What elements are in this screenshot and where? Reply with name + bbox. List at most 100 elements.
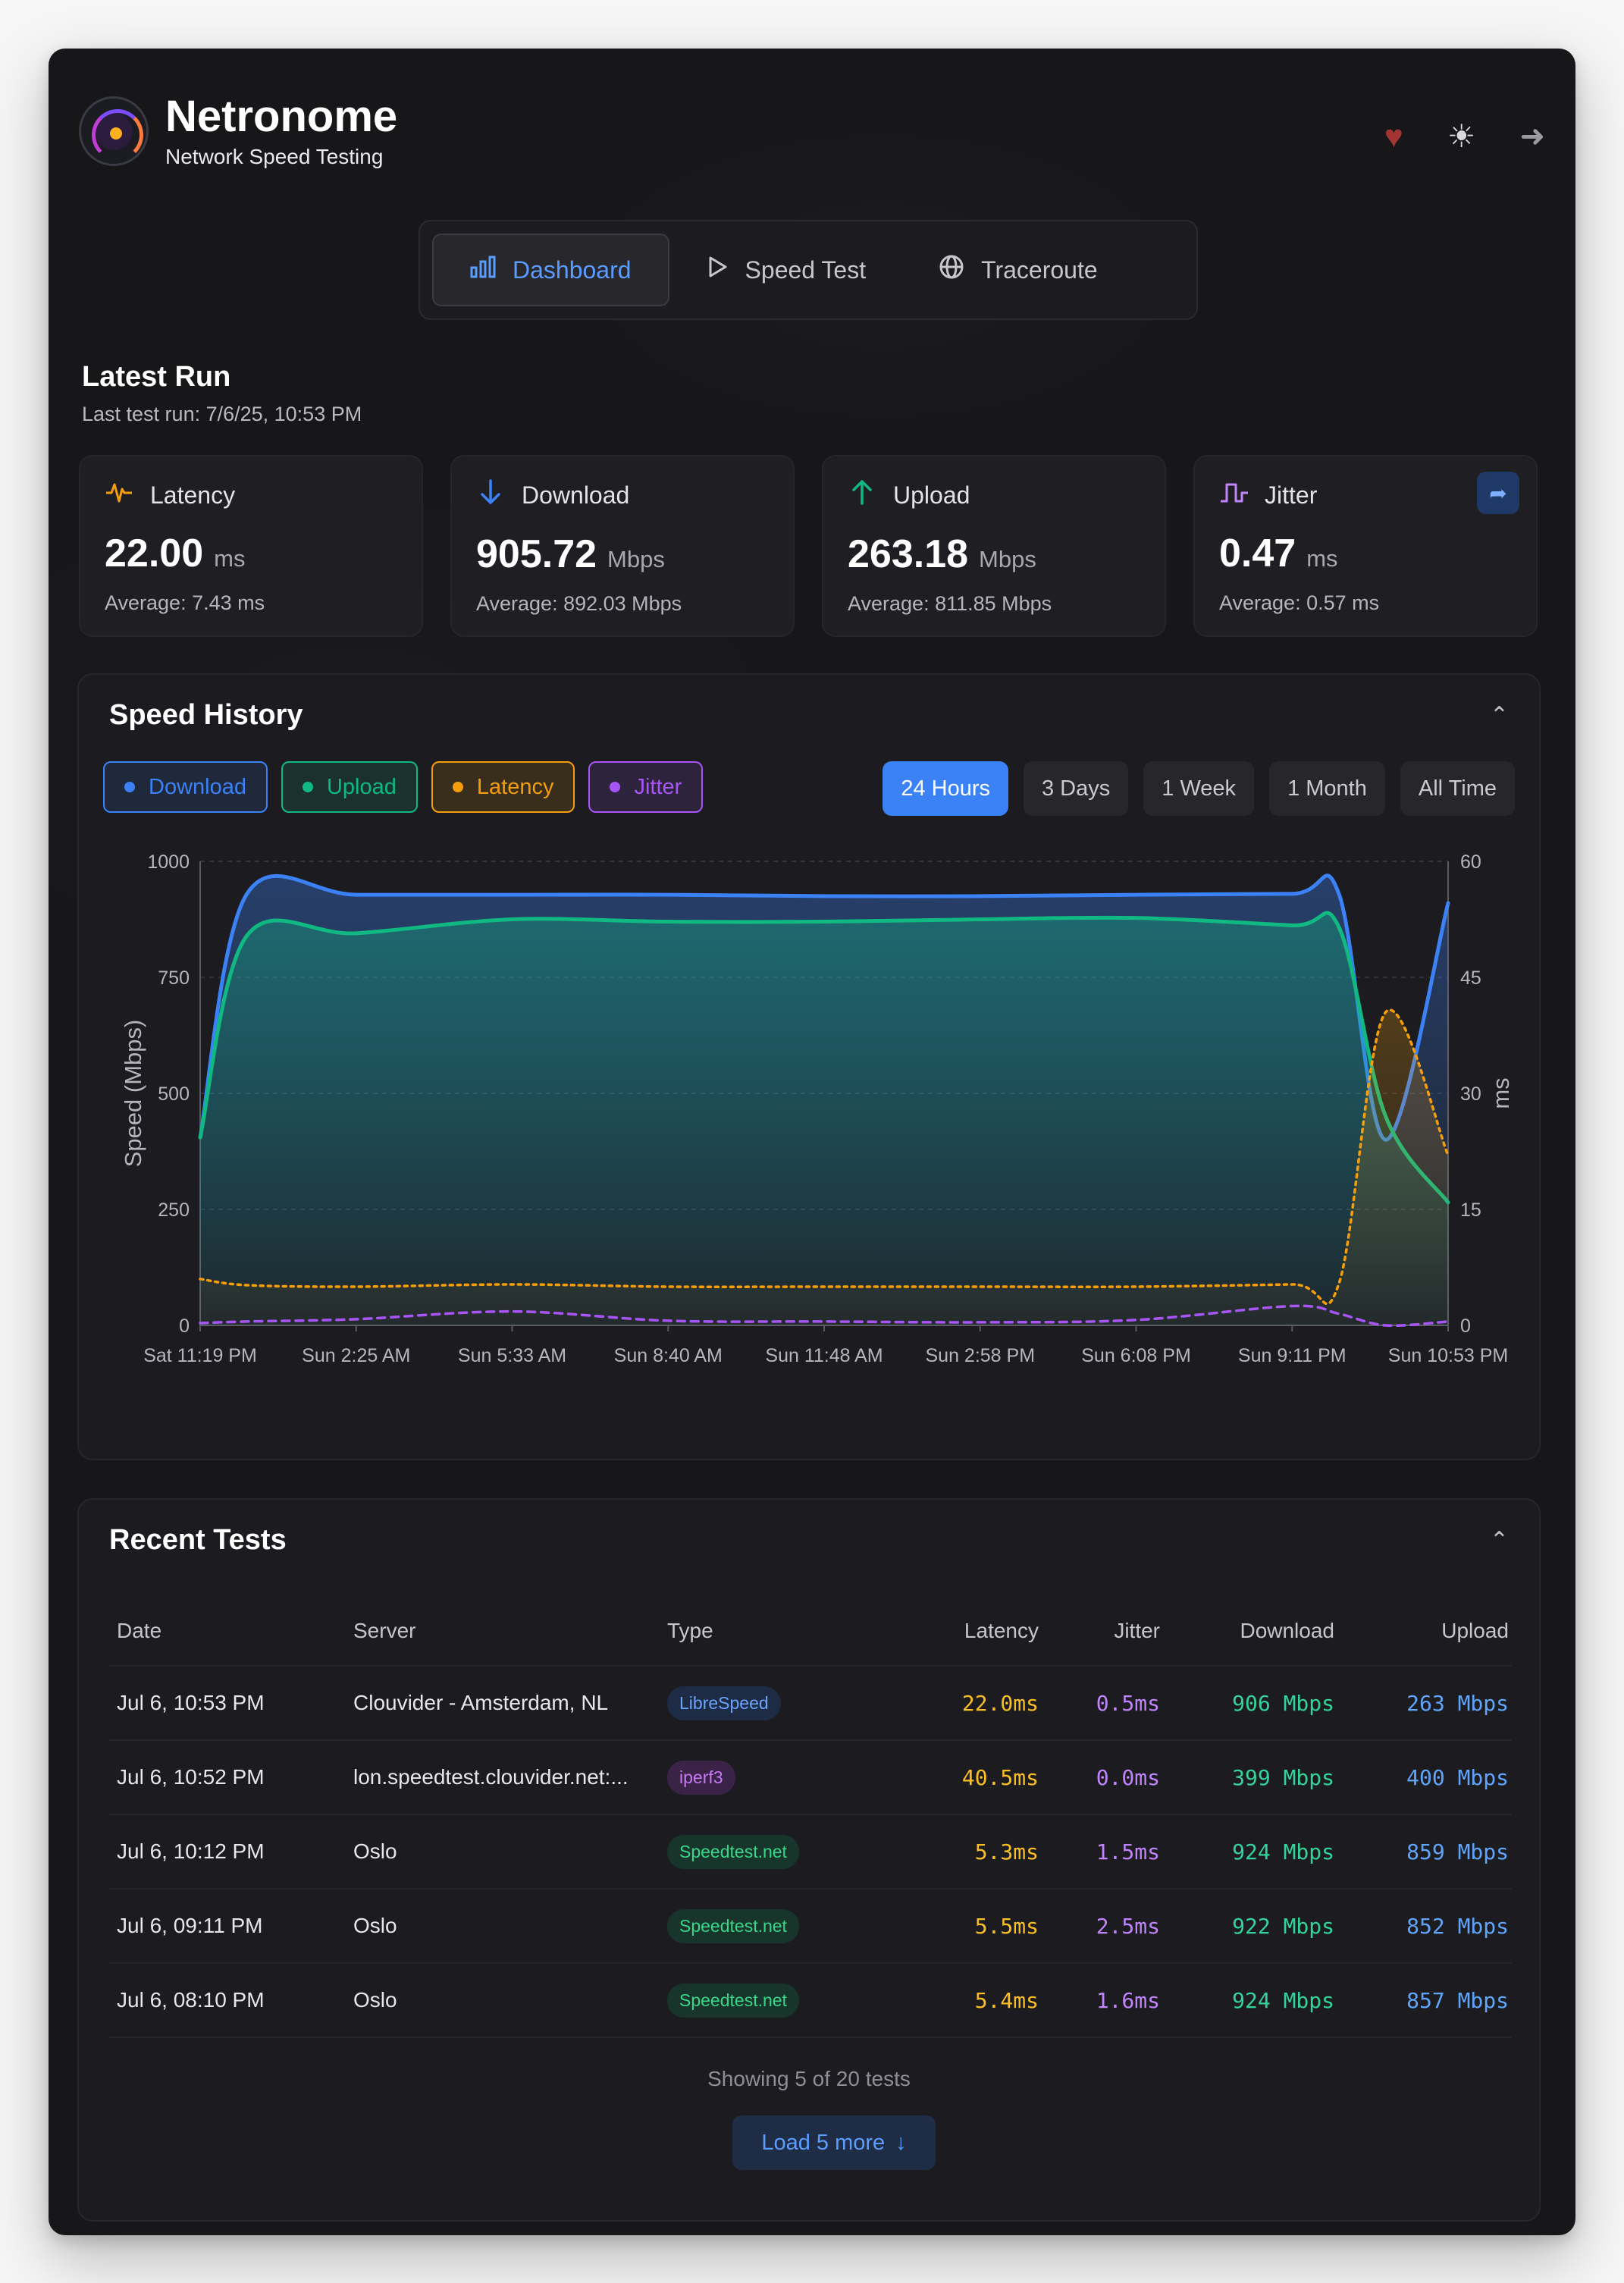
latest-run-header: Latest Run Last test run: 7/6/25, 10:53 …	[82, 361, 362, 426]
cell-date: Jul 6, 10:12 PM	[117, 1839, 265, 1863]
legend-latency[interactable]: Latency	[431, 761, 575, 813]
card-value: 0.47	[1219, 532, 1296, 575]
col-date[interactable]: Date	[109, 1619, 353, 1643]
legend-label: Jitter	[634, 774, 682, 799]
y2-tick-label: 60	[1460, 851, 1481, 873]
legend-dot	[610, 782, 621, 792]
col-upload[interactable]: Upload	[1334, 1619, 1509, 1643]
cell-server: Oslo	[353, 1839, 397, 1863]
y-tick-label: 500	[158, 1083, 190, 1105]
type-badge: iperf3	[667, 1760, 735, 1795]
col-download[interactable]: Download	[1160, 1619, 1334, 1643]
chevron-up-icon[interactable]: ⌃	[1490, 1527, 1509, 1554]
time-range-selector: 24 Hours 3 Days 1 Week 1 Month All Time	[883, 761, 1515, 816]
share-icon[interactable]: ➦	[1477, 472, 1519, 514]
tab-traceroute[interactable]: Traceroute	[902, 234, 1134, 306]
range-1-week[interactable]: 1 Week	[1143, 761, 1255, 816]
sun-icon[interactable]: ☀	[1447, 121, 1476, 152]
col-type[interactable]: Type	[667, 1619, 864, 1643]
table-row[interactable]: Jul 6, 09:11 PM Oslo Speedtest.net 5.5ms 2.5…	[109, 1889, 1512, 1964]
range-3-days[interactable]: 3 Days	[1024, 761, 1129, 816]
brand: Netronome Network Speed Testing	[79, 92, 398, 169]
app-title: Netronome	[165, 92, 398, 141]
table-row[interactable]: Jul 6, 10:12 PM Oslo Speedtest.net 5.3ms 1.5…	[109, 1815, 1512, 1889]
cell-upload: 857 Mbps	[1406, 1987, 1509, 2013]
table-row[interactable]: Jul 6, 10:52 PM lon.speedtest.clouvider.n…	[109, 1741, 1512, 1815]
type-badge: Speedtest.net	[667, 1834, 799, 1869]
header-actions: ♥ ☀ ➜	[1384, 121, 1545, 152]
legend-label: Latency	[476, 774, 554, 799]
y2-tick-label: 0	[1460, 1316, 1471, 1337]
y2-tick-label: 30	[1460, 1083, 1481, 1105]
tab-speed-test[interactable]: Speed Test	[669, 234, 903, 306]
y-axis-label: Speed (Mbps)	[120, 1020, 146, 1168]
series-area-upload	[200, 913, 1448, 1325]
range-1-month[interactable]: 1 Month	[1269, 761, 1385, 816]
table-header: Date Server Type Latency Jitter Download…	[109, 1597, 1512, 1667]
type-badge: Speedtest.net	[667, 1983, 799, 2018]
load-more-button[interactable]: Load 5 more ↓	[732, 2115, 936, 2170]
recent-tests-panel: Recent Tests ⌃ Date Server Type Latency …	[77, 1498, 1541, 2222]
cell-date: Jul 6, 10:53 PM	[117, 1691, 265, 1714]
table-row[interactable]: Jul 6, 08:10 PM Oslo Speedtest.net 5.4ms 1.6…	[109, 1964, 1512, 2038]
tab-label: Traceroute	[981, 256, 1098, 284]
chart-svg: 0 250 500 750 1000 0 15 30 45 60 Sat 11:19 PM Sun 2…	[120, 851, 1514, 1366]
y2-tick-label: 45	[1460, 967, 1481, 989]
legend-jitter[interactable]: Jitter	[588, 761, 704, 813]
cell-type: Speedtest.net	[667, 1908, 864, 1943]
recent-tests-table: Date Server Type Latency Jitter Download…	[109, 1597, 1512, 2038]
y-tick-label: 1000	[147, 851, 190, 873]
cell-jitter: 2.5ms	[1096, 1913, 1160, 1939]
cell-type: Speedtest.net	[667, 1834, 864, 1869]
x-tick-label: Sun 6:08 PM	[1081, 1345, 1191, 1366]
range-all-time[interactable]: All Time	[1400, 761, 1515, 816]
speed-history-title: Speed History	[109, 699, 303, 731]
cell-latency: 22.0ms	[961, 1690, 1039, 1716]
x-tick-label: Sun 5:33 AM	[458, 1345, 566, 1366]
cell-jitter: 0.0ms	[1096, 1764, 1160, 1790]
app-subtitle: Network Speed Testing	[165, 144, 384, 168]
y-tick-label: 750	[158, 967, 190, 989]
table-row[interactable]: Jul 6, 10:53 PM Clouvider - Amsterdam, NL…	[109, 1667, 1512, 1741]
tab-dashboard[interactable]: Dashboard	[432, 234, 669, 306]
cell-server: Oslo	[353, 1914, 397, 1937]
chevron-up-icon[interactable]: ⌃	[1490, 702, 1509, 729]
cell-date: Jul 6, 09:11 PM	[117, 1914, 263, 1937]
y-tick-label: 0	[179, 1316, 190, 1337]
card-label: Upload	[893, 481, 970, 509]
card-value: 263.18	[848, 532, 969, 576]
arrow-down-icon	[476, 479, 505, 512]
load-more-label: Load 5 more	[761, 2130, 886, 2155]
arrow-up-icon	[848, 479, 876, 512]
cell-jitter: 1.6ms	[1096, 1987, 1160, 2013]
last-run-time: Last test run: 7/6/25, 10:53 PM	[82, 403, 362, 425]
col-latency[interactable]: Latency	[864, 1619, 1039, 1643]
col-server[interactable]: Server	[353, 1619, 667, 1643]
tab-label: Speed Test	[745, 256, 867, 284]
type-badge: LibreSpeed	[667, 1686, 781, 1720]
cell-server: Clouvider - Amsterdam, NL	[353, 1691, 609, 1714]
card-average: Average: 7.43 ms	[105, 591, 265, 614]
legend-dot	[452, 782, 463, 792]
card-unit: ms	[1306, 545, 1338, 572]
cell-latency: 5.4ms	[974, 1987, 1039, 2013]
legend-label: Download	[149, 774, 246, 799]
logout-icon[interactable]: ➜	[1519, 121, 1545, 152]
bar-chart-icon	[470, 256, 496, 285]
range-24-hours[interactable]: 24 Hours	[883, 761, 1008, 816]
legend-download[interactable]: Download	[103, 761, 268, 813]
showing-count: Showing 5 of 20 tests	[707, 2067, 911, 2090]
cell-jitter: 1.5ms	[1096, 1839, 1160, 1864]
cell-download: 399 Mbps	[1232, 1764, 1334, 1790]
tab-label: Dashboard	[513, 256, 632, 284]
heart-icon[interactable]: ♥	[1384, 121, 1403, 152]
col-jitter[interactable]: Jitter	[1039, 1619, 1160, 1643]
card-unit: Mbps	[979, 546, 1036, 572]
card-average: Average: 0.57 ms	[1219, 591, 1380, 614]
cell-server: Oslo	[353, 1988, 397, 2012]
y2-axis-label: ms	[1488, 1077, 1514, 1109]
x-tick-label: Sun 2:58 PM	[925, 1345, 1035, 1366]
main-nav: Dashboard Speed Test Traceroute	[419, 220, 1198, 320]
legend-upload[interactable]: Upload	[281, 761, 418, 813]
cell-latency: 40.5ms	[961, 1764, 1039, 1790]
